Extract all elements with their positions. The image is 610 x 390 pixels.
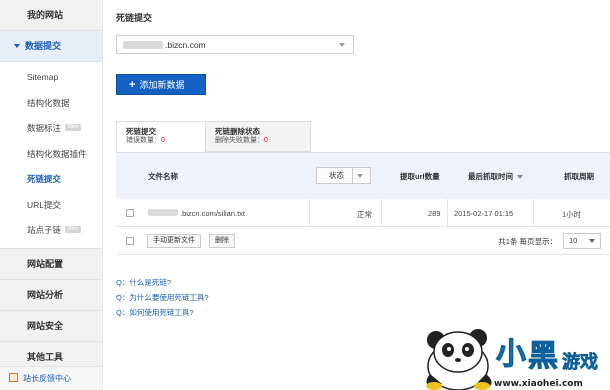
divider [381, 199, 382, 227]
sidebar-sublist: Sitemap 结构化数据 数据标注 Beta 结构化数据插件 死链提交 URL提… [0, 62, 102, 249]
tab-sub-label: 删除失败数量： [215, 137, 264, 144]
table-row: .bizcn.com/silian.txt 正常 289 2015-02-17 … [116, 199, 610, 227]
divider [352, 168, 353, 183]
error-count: 0 [161, 137, 165, 144]
divider [533, 199, 534, 227]
tab-sub: 错误数量：0 [126, 136, 205, 146]
sidebar-item-sitemap[interactable]: Sitemap [0, 65, 102, 91]
cell-file: .bizcn.com/silian.txt [180, 209, 246, 218]
feedback-center-link[interactable]: 站长反馈中心 [0, 366, 102, 390]
select-all-checkbox[interactable] [126, 237, 134, 245]
state-filter-label: 状态 [329, 171, 344, 180]
divider [447, 199, 448, 227]
sidebar-section-site-security[interactable]: 网站安全 [0, 310, 102, 342]
faq-list: Q：什么是死链? Q：为什么要使用死链工具? Q：如何使用死链工具? [116, 275, 209, 320]
row-checkbox[interactable] [126, 209, 134, 217]
brand-glyph-2: 黑 [528, 339, 558, 374]
plus-icon: + [129, 79, 136, 91]
sort-desc-icon [517, 175, 523, 180]
feedback-label: 站长反馈中心 [23, 374, 71, 383]
redacted-url-prefix [148, 209, 178, 216]
sidebar-section-site-analysis[interactable]: 网站分析 [0, 279, 102, 311]
page-title: 死链提交 [116, 13, 153, 23]
page-size-value: 10 [569, 236, 578, 245]
sidebar-item-label: 站点子链 [27, 225, 62, 235]
pager-summary: 共1条 每页显示： [498, 237, 557, 246]
state-filter-dropdown[interactable]: 状态 [316, 167, 371, 184]
watermark-logo: 小 黑 游戏 www.xiaohei.com [408, 318, 608, 390]
brand-glyph-3: 游戏 [562, 351, 598, 373]
sidebar-section-label: 数据提交 [25, 41, 62, 51]
delete-button[interactable]: 删除 [209, 234, 235, 248]
add-new-data-button[interactable]: + 添加新数据 [116, 74, 206, 95]
data-table: 文件名称 状态 提取url数量 最后抓取时间 抓取周期 .bizcn.com/s… [116, 152, 610, 255]
sidebar-section-my-sites[interactable]: 我的网站 [0, 0, 102, 31]
chevron-down-icon [589, 239, 595, 243]
sidebar-section-data-submit[interactable]: 数据提交 [0, 31, 102, 62]
panda-logo-icon: 小 黑 游戏 www.xiaohei.com [426, 329, 598, 390]
tab-deadlink-delete-status[interactable]: 死链删除状态 删除失败数量：0 [206, 121, 311, 152]
header-url-count: 提取url数量 [400, 172, 440, 181]
beta-badge: Beta [65, 124, 82, 132]
sidebar: 我的网站 数据提交 Sitemap 结构化数据 数据标注 Beta 结构化数据插件… [0, 0, 103, 390]
sidebar-item-label: 死链提交 [27, 174, 62, 184]
divider [309, 199, 310, 227]
tab-bar: 死链提交 错误数量：0 死链删除状态 删除失败数量：0 [116, 121, 311, 153]
sidebar-item-label: 结构化数据 [27, 97, 70, 108]
faq-link[interactable]: Q：为什么要使用死链工具? [116, 290, 209, 305]
sidebar-item-label: URL提交 [27, 199, 62, 210]
brand-url: www.xiaohei.com [494, 379, 583, 389]
table-footer: 手动更新文件 删除 共1条 每页显示： 10 [116, 227, 610, 255]
tab-sub: 删除失败数量：0 [215, 136, 310, 146]
table-header: 文件名称 状态 提取url数量 最后抓取时间 抓取周期 [116, 153, 610, 199]
sidebar-section-site-config[interactable]: 网站配置 [0, 248, 102, 280]
header-fetch-period: 抓取周期 [564, 172, 594, 181]
chevron-down-icon [357, 174, 363, 178]
manual-update-button[interactable]: 手动更新文件 [147, 234, 201, 248]
tab-title: 死链删除状态 [215, 127, 260, 136]
cell-count: 289 [428, 209, 441, 218]
header-last-fetch-label: 最后抓取时间 [468, 172, 513, 181]
site-select[interactable]: .bizcn.com [116, 35, 354, 54]
page-size-select[interactable]: 10 [563, 233, 601, 249]
chevron-down-icon [339, 43, 345, 47]
site-select-value: .bizcn.com [165, 40, 206, 50]
feedback-icon [9, 373, 18, 383]
cell-last-fetch: 2015-02-17 01:15 [454, 209, 514, 218]
cell-state: 正常 [357, 210, 372, 219]
sidebar-item-structured-plugin[interactable]: 结构化数据插件 [0, 142, 102, 168]
tab-sub-label: 错误数量： [126, 137, 161, 144]
brand-glyph-1: 小 [496, 337, 526, 372]
sidebar-item-label: 结构化数据插件 [27, 148, 87, 159]
tab-deadlink-submit[interactable]: 死链提交 错误数量：0 [116, 121, 206, 153]
tab-title: 死链提交 [126, 127, 156, 136]
beta-badge: Beta [65, 226, 82, 234]
faq-link[interactable]: Q：什么是死链? [116, 275, 209, 290]
header-file-name: 文件名称 [148, 172, 178, 181]
faq-link[interactable]: Q：如何使用死链工具? [116, 305, 209, 320]
sidebar-item-label: 数据标注 [27, 123, 62, 133]
delete-fail-count: 0 [264, 137, 268, 144]
cell-period: 1小时 [562, 210, 582, 219]
sidebar-item-structured-data[interactable]: 结构化数据 [0, 91, 102, 117]
expand-arrow-icon [14, 43, 20, 48]
add-button-label: 添加新数据 [139, 80, 185, 90]
header-last-fetch[interactable]: 最后抓取时间 [468, 171, 523, 182]
sidebar-item-url-submit[interactable]: URL提交 [0, 193, 102, 219]
sidebar-item-sitelinks[interactable]: 站点子链 Beta [0, 218, 102, 244]
sidebar-item-data-annotation[interactable]: 数据标注 Beta [0, 116, 102, 142]
redacted-domain-prefix [123, 41, 163, 49]
sidebar-item-deadlink-submit[interactable]: 死链提交 [0, 167, 102, 193]
sidebar-item-label: Sitemap [27, 72, 59, 82]
